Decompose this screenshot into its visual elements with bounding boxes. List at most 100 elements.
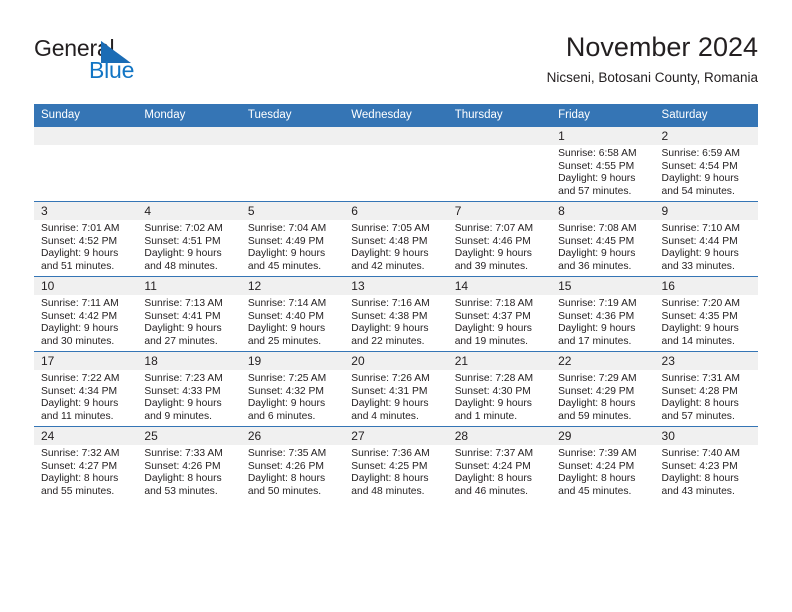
day-number-band: 13 xyxy=(344,277,448,295)
weekday-header-friday: Friday xyxy=(551,104,655,127)
weekday-header-wednesday: Wednesday xyxy=(344,104,448,127)
calendar-day-cell-empty xyxy=(137,127,241,202)
day-cell[interactable]: 2 Sunrise: 6:59 AM Sunset: 4:54 PM Daylight… xyxy=(654,127,758,201)
sunset-text: Sunset: 4:25 PM xyxy=(351,460,428,472)
day-number-band: 29 xyxy=(551,427,655,445)
day-cell[interactable]: 8 Sunrise: 7:08 AM Sunset: 4:45 PM Daylight… xyxy=(551,202,655,276)
day-cell[interactable]: 29 Sunrise: 7:39 AM Sunset: 4:24 PM Dayligh… xyxy=(551,427,655,501)
day-sun-info: Sunrise: 7:20 AM Sunset: 4:35 PM Daylight:… xyxy=(655,295,758,348)
day-cell[interactable]: 15 Sunrise: 7:19 AM Sunset: 4:36 PM Dayligh… xyxy=(551,277,655,351)
day-cell[interactable]: 7 Sunrise: 7:07 AM Sunset: 4:46 PM Daylight… xyxy=(447,202,552,276)
calendar-day-cell-empty xyxy=(447,127,552,202)
daylight-text-line2: and 36 minutes. xyxy=(558,260,632,272)
day-number: 28 xyxy=(454,429,469,443)
sunrise-text: Sunrise: 7:26 AM xyxy=(351,373,430,384)
day-cell[interactable]: 5 Sunrise: 7:04 AM Sunset: 4:49 PM Daylight… xyxy=(240,202,345,276)
calendar-day-cell: 24 Sunrise: 7:32 AM Sunset: 4:27 PM Dayligh… xyxy=(34,426,138,501)
sunrise-text: Sunrise: 7:23 AM xyxy=(144,373,223,384)
day-number: 3 xyxy=(41,204,48,218)
calendar-day-cell: 1 Sunrise: 6:58 AM Sunset: 4:55 PM Daylight… xyxy=(551,127,655,202)
day-cell[interactable]: 12 Sunrise: 7:14 AM Sunset: 4:40 PM Dayligh… xyxy=(240,277,345,351)
day-cell[interactable]: 14 Sunrise: 7:18 AM Sunset: 4:37 PM Dayligh… xyxy=(447,277,552,351)
day-number: 13 xyxy=(351,279,365,293)
calendar-week-row: 1 Sunrise: 6:58 AM Sunset: 4:55 PM Daylight… xyxy=(34,127,758,202)
day-cell[interactable]: 1 Sunrise: 6:58 AM Sunset: 4:55 PM Daylight… xyxy=(551,127,655,201)
day-number: 16 xyxy=(661,279,675,293)
day-number: 26 xyxy=(247,429,262,443)
sunset-text: Sunset: 4:42 PM xyxy=(41,310,118,322)
title-block: November 2024 Nicseni, Botosani County, … xyxy=(547,30,758,88)
day-number: 17 xyxy=(41,354,55,368)
day-cell[interactable]: 23 Sunrise: 7:31 AM Sunset: 4:28 PM Dayligh… xyxy=(654,352,758,426)
day-cell[interactable]: 9 Sunrise: 7:10 AM Sunset: 4:44 PM Daylight… xyxy=(654,202,758,276)
day-cell[interactable]: 6 Sunrise: 7:05 AM Sunset: 4:48 PM Daylight… xyxy=(344,202,448,276)
day-sun-info: Sunrise: 7:28 AM Sunset: 4:30 PM Daylight:… xyxy=(448,370,551,423)
calendar-day-cell: 13 Sunrise: 7:16 AM Sunset: 4:38 PM Dayligh… xyxy=(344,276,448,352)
day-cell[interactable]: 20 Sunrise: 7:26 AM Sunset: 4:31 PM Dayligh… xyxy=(344,352,448,426)
day-number-band: 19 xyxy=(240,352,345,370)
day-sun-info: Sunrise: 7:11 AM Sunset: 4:42 PM Daylight:… xyxy=(34,295,137,348)
sunset-text: Sunset: 4:28 PM xyxy=(661,385,738,397)
calendar-day-cell: 29 Sunrise: 7:39 AM Sunset: 4:24 PM Dayligh… xyxy=(551,426,655,501)
daylight-text-line1: Daylight: 8 hours xyxy=(144,473,222,485)
day-cell[interactable]: 26 Sunrise: 7:35 AM Sunset: 4:26 PM Dayligh… xyxy=(240,427,345,501)
day-number-band: 5 xyxy=(240,202,345,220)
day-sun-info: Sunrise: 7:02 AM Sunset: 4:51 PM Daylight:… xyxy=(137,220,240,273)
day-cell[interactable]: 17 Sunrise: 7:22 AM Sunset: 4:34 PM Dayligh… xyxy=(34,352,138,426)
empty-day-cell xyxy=(240,127,345,201)
day-cell[interactable]: 30 Sunrise: 7:40 AM Sunset: 4:23 PM Dayligh… xyxy=(654,427,758,501)
day-number: 19 xyxy=(247,354,262,368)
day-cell[interactable]: 21 Sunrise: 7:28 AM Sunset: 4:30 PM Dayligh… xyxy=(447,352,552,426)
sunset-text: Sunset: 4:48 PM xyxy=(351,235,428,247)
daylight-text-line1: Daylight: 9 hours xyxy=(41,248,119,260)
day-cell[interactable]: 10 Sunrise: 7:11 AM Sunset: 4:42 PM Dayligh… xyxy=(34,277,138,351)
day-number-band xyxy=(240,127,345,145)
day-number-band: 9 xyxy=(654,202,758,220)
calendar-day-cell: 26 Sunrise: 7:35 AM Sunset: 4:26 PM Dayligh… xyxy=(240,426,345,501)
day-cell[interactable]: 16 Sunrise: 7:20 AM Sunset: 4:35 PM Dayligh… xyxy=(654,277,758,351)
day-number-band: 24 xyxy=(34,427,138,445)
day-cell[interactable]: 27 Sunrise: 7:36 AM Sunset: 4:25 PM Dayligh… xyxy=(344,427,448,501)
sunrise-text: Sunrise: 7:31 AM xyxy=(661,373,740,384)
sunrise-text: Sunrise: 7:35 AM xyxy=(247,448,327,459)
daylight-text-line1: Daylight: 9 hours xyxy=(558,173,636,185)
day-cell[interactable]: 13 Sunrise: 7:16 AM Sunset: 4:38 PM Dayligh… xyxy=(344,277,448,351)
sunrise-text: Sunrise: 7:10 AM xyxy=(661,223,740,234)
day-number-band: 27 xyxy=(344,427,448,445)
day-cell[interactable]: 3 Sunrise: 7:01 AM Sunset: 4:52 PM Daylight… xyxy=(34,202,138,276)
sunset-text: Sunset: 4:24 PM xyxy=(454,460,531,472)
day-number: 25 xyxy=(144,429,158,443)
day-cell[interactable]: 25 Sunrise: 7:33 AM Sunset: 4:26 PM Dayligh… xyxy=(137,427,241,501)
sunset-text: Sunset: 4:26 PM xyxy=(144,460,221,472)
sunrise-text: Sunrise: 7:02 AM xyxy=(144,223,223,234)
daylight-text-line1: Daylight: 8 hours xyxy=(661,398,739,410)
daylight-text-line1: Daylight: 8 hours xyxy=(661,473,739,485)
daylight-text-line2: and 45 minutes. xyxy=(558,485,632,497)
weekday-header-thursday: Thursday xyxy=(447,104,552,127)
day-cell[interactable]: 28 Sunrise: 7:37 AM Sunset: 4:24 PM Dayligh… xyxy=(447,427,552,501)
day-cell[interactable]: 19 Sunrise: 7:25 AM Sunset: 4:32 PM Dayligh… xyxy=(240,352,345,426)
day-cell[interactable]: 4 Sunrise: 7:02 AM Sunset: 4:51 PM Daylight… xyxy=(137,202,241,276)
calendar-day-cell: 30 Sunrise: 7:40 AM Sunset: 4:23 PM Dayligh… xyxy=(654,426,758,501)
day-number-band xyxy=(137,127,241,145)
day-number-band: 12 xyxy=(240,277,345,295)
daylight-text-line1: Daylight: 9 hours xyxy=(41,398,119,410)
daylight-text-line2: and 30 minutes. xyxy=(41,335,115,347)
sunset-text: Sunset: 4:46 PM xyxy=(454,235,531,247)
sunset-text: Sunset: 4:26 PM xyxy=(247,460,324,472)
day-cell[interactable]: 24 Sunrise: 7:32 AM Sunset: 4:27 PM Dayligh… xyxy=(34,427,138,501)
daylight-text-line1: Daylight: 8 hours xyxy=(454,473,532,485)
calendar-day-cell: 22 Sunrise: 7:29 AM Sunset: 4:29 PM Dayligh… xyxy=(551,351,655,427)
daylight-text-line2: and 57 minutes. xyxy=(661,410,735,422)
sunrise-text: Sunrise: 7:16 AM xyxy=(351,298,430,309)
day-sun-info: Sunrise: 7:33 AM Sunset: 4:26 PM Daylight:… xyxy=(137,445,240,498)
day-number-band: 15 xyxy=(551,277,655,295)
day-sun-info: Sunrise: 6:59 AM Sunset: 4:54 PM Daylight:… xyxy=(655,145,758,198)
sunrise-text: Sunrise: 7:40 AM xyxy=(661,448,740,459)
day-cell[interactable]: 22 Sunrise: 7:29 AM Sunset: 4:29 PM Dayligh… xyxy=(551,352,655,426)
day-number: 30 xyxy=(661,429,675,443)
day-cell[interactable]: 18 Sunrise: 7:23 AM Sunset: 4:33 PM Dayligh… xyxy=(137,352,241,426)
day-cell[interactable]: 11 Sunrise: 7:13 AM Sunset: 4:41 PM Dayligh… xyxy=(137,277,241,351)
sunrise-text: Sunrise: 7:05 AM xyxy=(351,223,430,234)
calendar-day-cell: 14 Sunrise: 7:18 AM Sunset: 4:37 PM Dayligh… xyxy=(447,276,552,352)
